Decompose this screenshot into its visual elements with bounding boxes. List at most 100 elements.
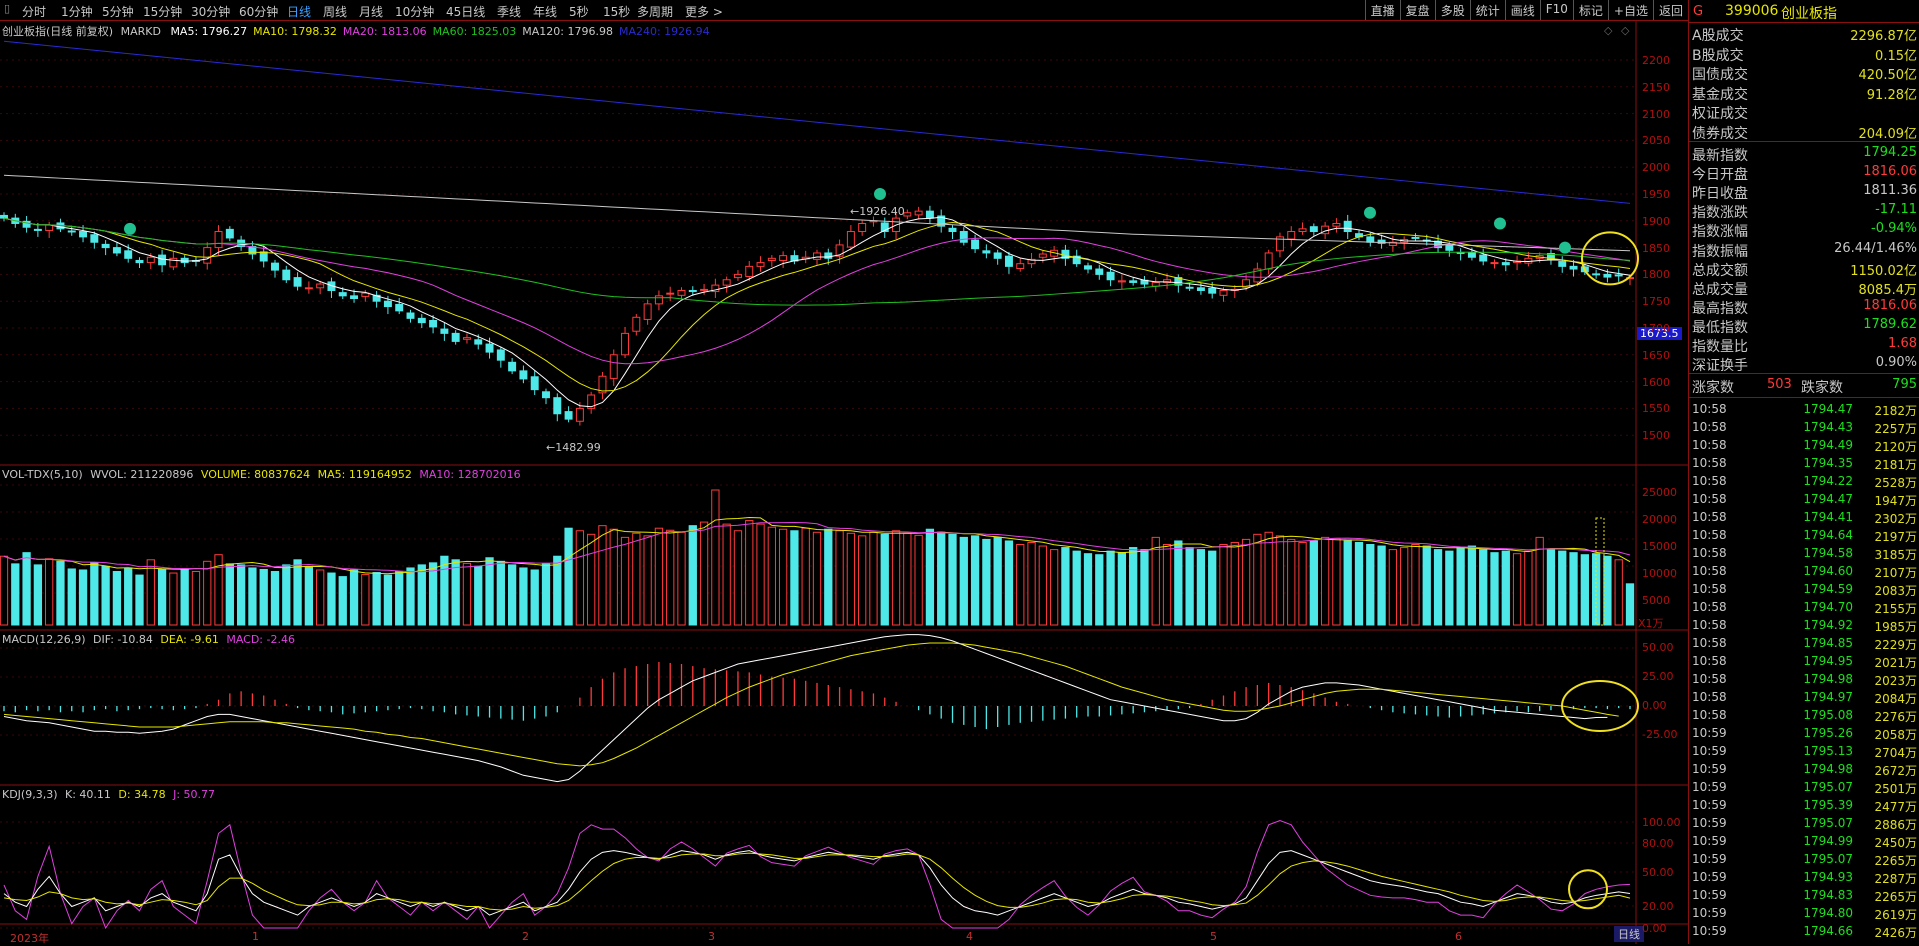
candle-body	[609, 354, 618, 379]
volume-bar	[1230, 541, 1239, 626]
candle-body	[1309, 226, 1318, 233]
tab-15[interactable]: 多周期	[637, 3, 673, 20]
volume-bar	[1479, 549, 1488, 626]
candle-body	[1592, 273, 1601, 276]
candle-body	[530, 376, 539, 391]
volume-bar	[101, 565, 110, 626]
tab-5[interactable]: 60分钟	[239, 3, 278, 20]
tool-button-2[interactable]: 多股	[1434, 0, 1470, 20]
tick-time: 10:58	[1692, 690, 1727, 704]
tick-price: 1794.59	[1803, 582, 1853, 596]
tick-time: 10:58	[1692, 420, 1727, 434]
tool-button-1[interactable]: 复盘	[1399, 0, 1435, 20]
tool-button-3[interactable]: 统计	[1469, 0, 1505, 20]
tick-volume: 2181万	[1874, 458, 1917, 472]
down-count: 795	[1892, 377, 1917, 392]
macd-tick: -25.00	[1642, 728, 1678, 741]
tick-time: 10:59	[1692, 888, 1727, 902]
volume-bar	[372, 572, 381, 626]
volume-bar	[67, 568, 76, 626]
tick-time: 10:58	[1692, 672, 1727, 686]
tab-3[interactable]: 15分钟	[143, 3, 182, 20]
volume-bar	[1117, 552, 1127, 626]
stat-label: 指数振幅	[1692, 243, 1748, 260]
candle-body	[1501, 262, 1510, 266]
volume-bar	[778, 528, 788, 626]
indicator-name: MARKD	[120, 25, 161, 38]
volume-bar	[1016, 544, 1025, 626]
tab-7[interactable]: 周线	[323, 3, 347, 20]
tab-0[interactable]: 分时	[22, 3, 46, 20]
stat-label: 今日开盘	[1692, 167, 1748, 184]
volume-bar	[666, 529, 675, 626]
tick-volume: 2257万	[1874, 422, 1917, 436]
candle-body	[474, 339, 483, 345]
tick-price: 1794.43	[1803, 420, 1853, 434]
tab-4[interactable]: 30分钟	[191, 3, 230, 20]
candle-body	[33, 228, 42, 231]
candle-body	[259, 251, 268, 262]
stock-code: 399006	[1725, 3, 1779, 19]
up-label: 涨家数	[1692, 380, 1734, 396]
candle-body	[485, 343, 494, 353]
tab-12[interactable]: 年线	[533, 3, 557, 20]
tab-9[interactable]: 10分钟	[395, 3, 434, 20]
chart-canvas[interactable]: ◇ ◇	[0, 20, 1688, 944]
volume-bar	[959, 536, 968, 626]
tick-time: 10:58	[1692, 402, 1727, 416]
volume-bar	[1433, 549, 1443, 626]
stat-label: 总成交量	[1692, 281, 1748, 298]
stat-value: 1794.25	[1863, 145, 1917, 160]
collapse-icon[interactable]: ▯	[4, 2, 10, 15]
candle-body	[293, 277, 302, 287]
volume-bar	[1332, 537, 1341, 626]
tab-11[interactable]: 季线	[497, 3, 521, 20]
tab-14[interactable]: 15秒	[603, 3, 630, 20]
signal-marker	[1494, 217, 1506, 230]
kdj-tick: 80.00	[1642, 837, 1674, 850]
tab-10[interactable]: 45日线	[446, 3, 485, 20]
tick-volume: 2477万	[1874, 800, 1917, 814]
price-tick: 1550	[1642, 402, 1670, 416]
tab-1[interactable]: 1分钟	[61, 3, 93, 20]
tab-2[interactable]: 5分钟	[102, 3, 134, 20]
bottom-tab-daily[interactable]: 日线	[1614, 926, 1644, 942]
tick-price: 1794.49	[1803, 438, 1853, 452]
tool-button-6[interactable]: 标记	[1572, 0, 1608, 20]
volume-bar	[835, 530, 844, 626]
tool-button-0[interactable]: 直播	[1364, 0, 1400, 20]
candle-body	[564, 411, 573, 420]
candle-body	[756, 262, 765, 267]
tick-volume: 1985万	[1874, 620, 1917, 634]
turnover-row: 基金成交 91.28亿	[1689, 83, 1919, 103]
volume-bar	[903, 532, 912, 626]
volume-bar	[970, 535, 980, 626]
stat-value: 0.90%	[1875, 355, 1917, 371]
tool-button-5[interactable]: F10	[1539, 0, 1573, 20]
row-label: 基金成交	[1692, 86, 1748, 103]
tab-16[interactable]: 更多 >	[685, 3, 723, 20]
stat-row: 指数涨幅 -0.94%	[1689, 220, 1919, 240]
tool-button-8[interactable]: 返回	[1652, 0, 1688, 20]
tick-price: 1794.70	[1803, 600, 1853, 614]
tab-6[interactable]: 日线	[287, 3, 311, 20]
tick-volume: 2084万	[1874, 692, 1917, 706]
tick-volume: 2426万	[1874, 926, 1917, 940]
tick-price: 1794.66	[1803, 924, 1853, 938]
volume-bar	[1614, 559, 1623, 626]
macd-tick: 50.00	[1642, 641, 1674, 654]
tab-13[interactable]: 5秒	[569, 3, 589, 20]
price-tick: 2200	[1642, 54, 1670, 67]
stat-value: 26.44/1.46%	[1834, 240, 1917, 256]
chart-title: 创业板指(日线 前复权)	[2, 25, 114, 38]
tool-button-4[interactable]: 画线	[1504, 0, 1540, 20]
tick-row: 10:58 1794.47 1947万	[1689, 490, 1919, 508]
candle-body	[1117, 280, 1126, 283]
volume-bar	[135, 574, 144, 626]
tab-8[interactable]: 月线	[359, 3, 383, 20]
tool-button-7[interactable]: +自选	[1607, 0, 1653, 20]
candle-body	[429, 319, 438, 328]
tick-price: 1795.07	[1803, 852, 1853, 866]
tick-time: 10:58	[1692, 582, 1727, 596]
candle-body	[271, 262, 279, 271]
